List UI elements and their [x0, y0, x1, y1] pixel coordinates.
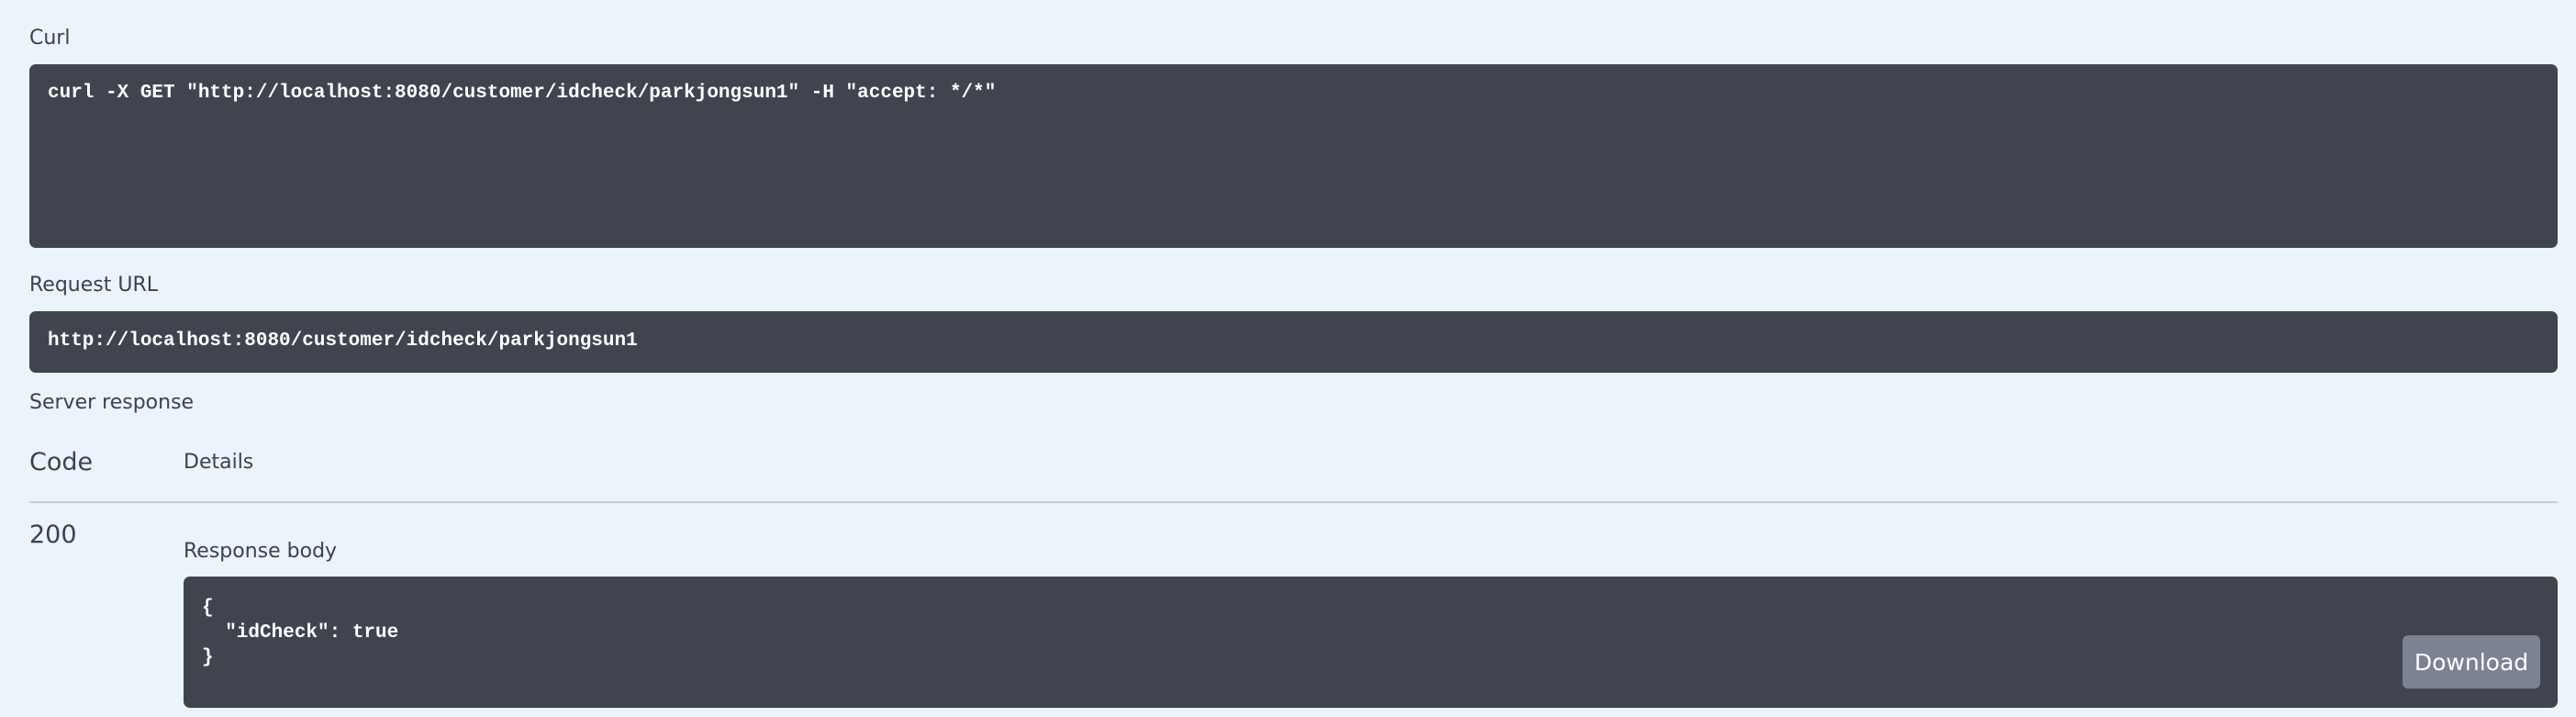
request-url-block[interactable]: http://localhost:8080/customer/idcheck/p… [29, 311, 2558, 373]
response-body-block[interactable]: { "idCheck": true } [184, 577, 2558, 708]
details-column-header: Details [184, 451, 254, 474]
response-body-line: "idCheck": true [202, 622, 399, 644]
response-body-label: Response body [184, 540, 338, 563]
download-button[interactable]: Download [2403, 635, 2540, 689]
response-body-line: } [202, 647, 214, 668]
request-url-label: Request URL [29, 274, 159, 297]
curl-command-text: curl -X GET "http://localhost:8080/custo… [48, 83, 997, 104]
response-status-code: 200 [29, 521, 77, 549]
request-url-text: http://localhost:8080/customer/idcheck/p… [48, 330, 638, 352]
server-response-label: Server response [29, 391, 195, 414]
table-header-divider [29, 501, 2558, 503]
curl-command-block[interactable]: curl -X GET "http://localhost:8080/custo… [29, 64, 2558, 248]
code-column-header: Code [29, 448, 94, 476]
response-body-line: { [202, 598, 214, 619]
curl-label: Curl [29, 27, 71, 50]
